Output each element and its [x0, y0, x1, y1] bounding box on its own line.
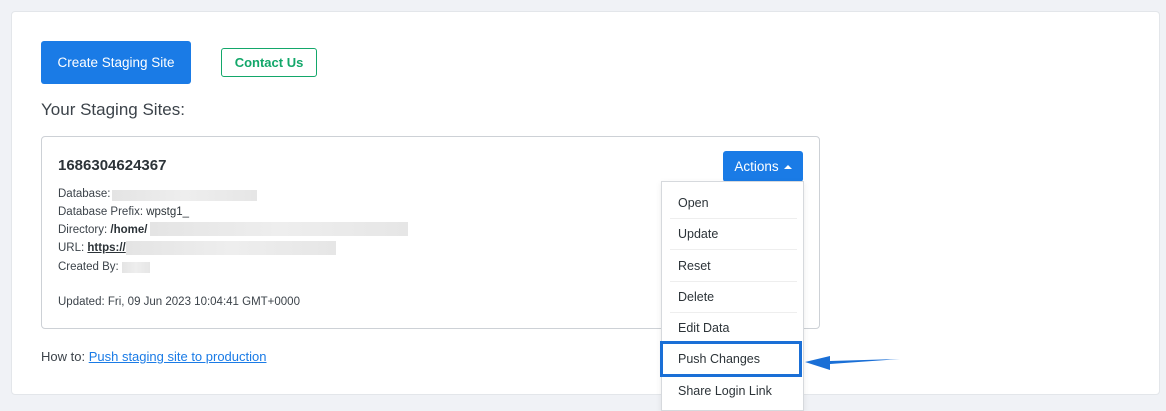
- menu-item-reset[interactable]: Reset: [670, 251, 797, 282]
- database-row: Database:: [58, 188, 110, 200]
- menu-item-share-login-link[interactable]: Share Login Link: [670, 375, 797, 406]
- created-by-label: Created By:: [58, 261, 119, 273]
- redacted-database: [112, 190, 257, 201]
- created-by-row: Created By:: [58, 261, 119, 273]
- actions-dropdown-menu: Open Update Reset Delete Edit Data Push …: [661, 181, 804, 411]
- url-label: URL:: [58, 242, 85, 254]
- menu-item-edit-data[interactable]: Edit Data: [670, 313, 797, 344]
- create-staging-site-button[interactable]: Create Staging Site: [41, 41, 191, 84]
- actions-button[interactable]: Actions: [723, 151, 803, 182]
- url-link[interactable]: https://: [87, 242, 125, 254]
- redacted-directory: [150, 222, 408, 236]
- site-name: 1686304624367: [58, 157, 167, 174]
- actions-label: Actions: [734, 159, 779, 174]
- section-title: Your Staging Sites:: [41, 100, 185, 119]
- menu-item-update[interactable]: Update: [670, 219, 797, 250]
- howto-prefix: How to:: [41, 349, 86, 364]
- directory-value: /home/: [110, 224, 148, 236]
- redacted-url: [126, 241, 336, 255]
- database-prefix-row: Database Prefix: wpstg1_: [58, 206, 189, 218]
- directory-row: Directory: /home/: [58, 224, 147, 236]
- url-row: URL: https://: [58, 242, 126, 254]
- arrow-left-icon: [805, 356, 900, 370]
- database-label: Database:: [58, 188, 111, 200]
- caret-up-icon: [783, 165, 792, 169]
- database-prefix-label: Database Prefix:: [58, 206, 144, 218]
- menu-item-open[interactable]: Open: [670, 188, 797, 219]
- howto-line: How to: Push staging site to production: [41, 349, 266, 364]
- push-to-production-link[interactable]: Push staging site to production: [89, 349, 267, 364]
- menu-item-delete[interactable]: Delete: [670, 282, 797, 313]
- contact-us-button[interactable]: Contact Us: [221, 48, 317, 77]
- menu-item-push-changes[interactable]: Push Changes: [670, 344, 797, 375]
- updated-timestamp: Updated: Fri, 09 Jun 2023 10:04:41 GMT+0…: [58, 296, 300, 308]
- redacted-created-by: [122, 262, 150, 273]
- directory-label: Directory:: [58, 224, 108, 236]
- database-prefix-value: wpstg1_: [146, 206, 190, 218]
